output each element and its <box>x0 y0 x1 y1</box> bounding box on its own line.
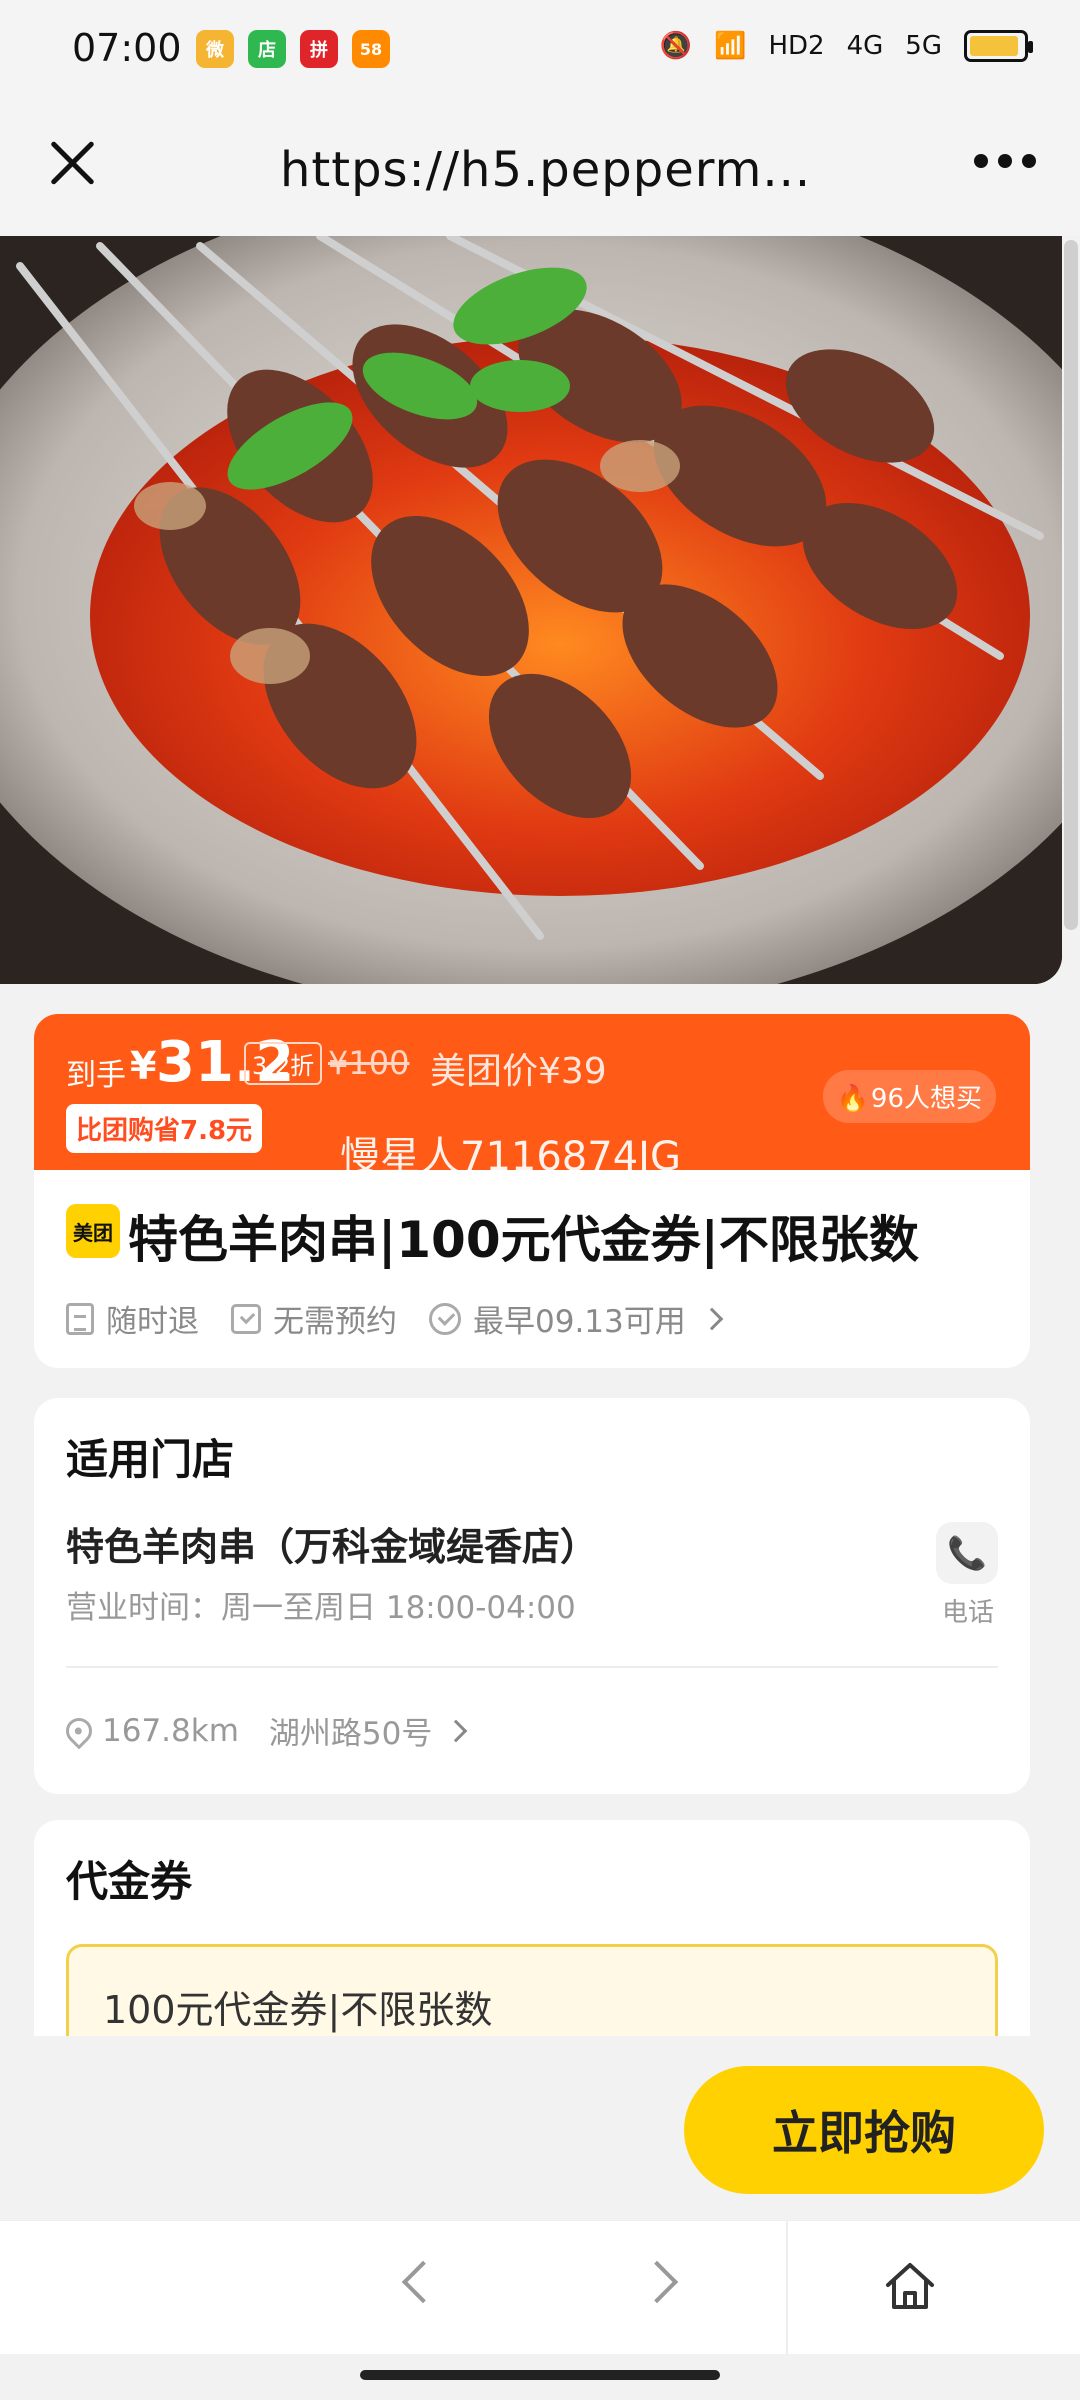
perk-available-label: 最早09.13可用 <box>473 1304 686 1340</box>
signal-4g-icon: 4G <box>846 31 884 61</box>
back-icon[interactable] <box>401 2260 445 2304</box>
meituan-price: 美团价¥39 <box>430 1051 607 1092</box>
voucher-card: 代金券 100元代金券|不限张数 <box>34 1820 1030 2040</box>
hero-image <box>0 236 1062 984</box>
phone-button[interactable]: 📞 <box>936 1522 998 1584</box>
savings-tag: 比团购省7.8元 <box>66 1104 263 1153</box>
pinduoduo-icon: 拼 <box>300 30 338 68</box>
calendar-check-icon <box>231 1303 261 1334</box>
mute-icon: 🔕 <box>659 31 693 61</box>
perk-no-booking-label: 无需预约 <box>273 1304 397 1340</box>
divider <box>66 1666 998 1668</box>
store-distance: 167.8km <box>102 1712 239 1749</box>
perks-row[interactable]: 随时退 无需预约 最早09.13可用 <box>66 1296 724 1341</box>
hd-badge: HD2 <box>768 31 825 61</box>
currency-symbol: ¥ <box>130 1044 157 1088</box>
document-icon <box>66 1302 94 1335</box>
buy-bar: 立即抢购 <box>0 2036 1080 2220</box>
price-banner: 到手 ¥ 31.2 3.2折 ¥100 美团价¥39 比团购省7.8元 慢星人7… <box>34 1014 1030 1180</box>
browser-toolbar: https://h5.pepperm... <box>0 100 1080 236</box>
want-count-badge: 🔥96人想买 <box>822 1070 996 1123</box>
system-icons: 🔕 📶 HD2 4G 5G <box>659 30 1033 62</box>
wifi-icon: 📶 <box>714 31 747 61</box>
home-icon[interactable] <box>884 2261 936 2311</box>
meituan-logo: 美团 <box>66 1204 120 1258</box>
deal-card: 美团 特色羊肉串|100元代金券|不限张数 随时退 无需预约 最早09.13可用 <box>34 1170 1030 1368</box>
page-scrollbar[interactable] <box>1064 240 1078 930</box>
voucher-title: 代金券 <box>66 1857 193 1906</box>
phone-label[interactable]: 电话 <box>942 1592 994 1629</box>
skewers-illustration <box>0 236 1062 984</box>
url-bar[interactable]: https://h5.pepperm... <box>280 142 811 198</box>
location-pin-icon <box>60 1712 98 1749</box>
check-circle-icon <box>429 1302 461 1335</box>
discount-badge: 3.2折 <box>244 1042 323 1085</box>
want-count: 96人想买 <box>870 1084 982 1114</box>
buy-now-button[interactable]: 立即抢购 <box>684 2066 1044 2194</box>
more-icon[interactable] <box>974 154 1036 168</box>
store-location[interactable]: 167.8km 湖州路50号 <box>60 1708 468 1753</box>
flame-icon: 🔥 <box>836 1084 869 1114</box>
browser-nav-bar <box>0 2220 1080 2355</box>
store-address: 湖州路50号 <box>268 1716 433 1752</box>
forward-icon[interactable] <box>635 2260 679 2304</box>
chevron-right-icon <box>445 1719 468 1742</box>
stores-title: 适用门店 <box>66 1435 235 1484</box>
voucher-item[interactable]: 100元代金券|不限张数 <box>66 1944 998 2040</box>
perk-available[interactable]: 最早09.13可用 <box>429 1296 724 1341</box>
deal-title: 特色羊肉串|100元代金券|不限张数 <box>128 1211 919 1269</box>
store-hours: 营业时间：周一至周日 18:00-04:00 <box>66 1590 576 1626</box>
perk-no-booking: 无需预约 <box>231 1296 397 1341</box>
price-label: 到手 <box>66 1058 126 1093</box>
store-icon: 店 <box>248 30 286 68</box>
chevron-right-icon <box>700 1307 724 1330</box>
original-price: ¥100 <box>328 1044 410 1082</box>
perk-refund: 随时退 <box>66 1296 199 1341</box>
nav-divider <box>786 2221 788 2355</box>
signal-5g-icon: 5G <box>905 31 942 61</box>
store-name[interactable]: 特色羊肉串（万科金域缇香店） <box>66 1516 598 1571</box>
gesture-bar[interactable] <box>360 2370 720 2380</box>
phone-icon: 📞 <box>947 1534 987 1572</box>
voucher-item-label: 100元代金券|不限张数 <box>103 1988 493 2032</box>
battery-icon <box>964 30 1033 62</box>
status-time: 07:00 <box>72 26 182 70</box>
stores-card: 适用门店 特色羊肉串（万科金域缇香店） 营业时间：周一至周日 18:00-04:… <box>34 1398 1030 1794</box>
close-icon[interactable] <box>48 138 98 188</box>
weibo-icon: 微 <box>196 30 234 68</box>
58-icon: 58 <box>352 30 390 68</box>
status-bar: 07:00 微 店 拼 58 🔕 📶 HD2 4G 5G <box>0 0 1080 100</box>
perk-refund-label: 随时退 <box>106 1304 199 1340</box>
